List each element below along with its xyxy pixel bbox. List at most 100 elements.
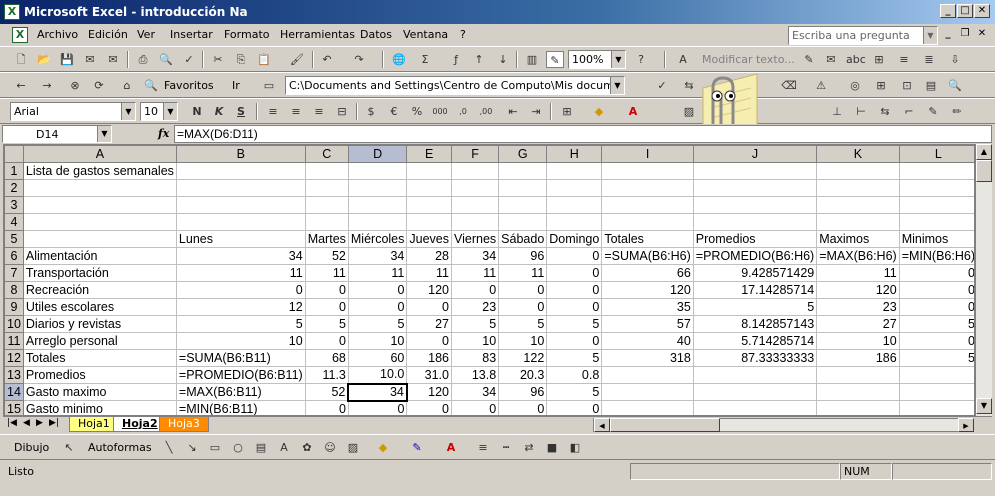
column-header-g[interactable]: G [498,145,548,163]
cell-i7[interactable]: 66 [601,264,694,282]
autosum-icon[interactable]: Σ [416,51,434,68]
cell-i1[interactable] [601,162,694,180]
cell-c2[interactable] [304,179,349,197]
cell-b9[interactable]: 12 [175,298,306,316]
cell-c14[interactable]: 52 [304,383,349,401]
underline-button[interactable]: S [232,103,250,120]
cell-e11[interactable]: 0 [406,332,452,350]
row-header[interactable]: 14 [4,383,24,401]
cell-a12[interactable]: Totales [22,349,177,367]
new-icon[interactable]: 🗋 [12,51,30,68]
cell-j13[interactable] [692,366,818,384]
cell-l7[interactable]: 0 [898,264,974,282]
menu-help[interactable]: ? [460,28,466,41]
select-all-corner[interactable] [4,145,24,163]
pencil-icon[interactable]: ✏ [948,103,966,120]
cell-i3[interactable] [601,196,694,214]
cell-e1[interactable] [406,162,452,180]
evaluate-icon[interactable]: ⊡ [898,77,916,94]
cell-d15[interactable]: 0 [347,400,408,415]
cell-l6[interactable]: =MIN(B6:H6) [898,247,974,265]
cell-d1[interactable] [347,162,408,180]
cell-g11[interactable]: 10 [498,332,548,350]
column-header-e[interactable]: E [406,145,452,163]
cell-e8[interactable]: 120 [406,281,452,299]
cell-d6[interactable]: 34 [347,247,408,265]
row-header[interactable]: 7 [4,264,24,282]
scroll-right-icon[interactable]: ▶ [958,418,974,432]
cell-i14[interactable] [601,383,694,401]
percent-icon[interactable]: % [408,103,426,120]
cell-h6[interactable]: 0 [546,247,603,265]
cell-l10[interactable]: 5 [898,315,974,333]
cell-f15[interactable]: 0 [450,400,500,415]
menu-insertar[interactable]: Insertar [170,28,213,41]
cell-j7[interactable]: 9.428571429 [692,264,818,282]
cell-k12[interactable]: 186 [816,349,900,367]
cell-j5[interactable]: Promedios [692,230,818,248]
cell-h9[interactable]: 0 [546,298,603,316]
menu-datos[interactable]: Datos [360,28,392,41]
hide-toolbars-icon[interactable]: ▭ [260,77,278,94]
cell-a5[interactable] [22,230,177,248]
scroll-down-icon[interactable]: ▼ [976,398,992,414]
home-icon[interactable]: ⌂ [118,77,136,94]
cell-j14[interactable] [692,383,818,401]
column-header-b[interactable]: B [175,145,306,163]
cell-c7[interactable]: 11 [304,264,349,282]
cell-f5[interactable]: Viernes [450,230,500,248]
clipart-icon[interactable]: ☺ [321,439,339,456]
cell-a13[interactable]: Promedios [22,366,177,384]
cell-g5[interactable]: Sábado [498,230,548,248]
cell-i13[interactable] [601,366,694,384]
cell-k15[interactable] [816,400,900,415]
column-header-l[interactable]: L [898,145,974,163]
cell-c9[interactable]: 0 [304,298,349,316]
crop-icon[interactable]: ⌐ [900,103,918,120]
function-icon[interactable]: ƒ [447,51,465,68]
undo-icon[interactable]: ↶ [318,51,336,68]
arrow-icon[interactable]: ↘ [183,439,201,456]
cell-c10[interactable]: 5 [304,315,349,333]
align-center-icon[interactable]: ≡ [287,103,305,120]
magnify-icon[interactable]: 🔍 [946,77,964,94]
watch-icon[interactable]: ⊞ [872,77,890,94]
row-header[interactable]: 4 [4,213,24,231]
cell-i11[interactable]: 40 [601,332,694,350]
refresh-icon[interactable]: ⟳ [90,77,108,94]
line-color-icon[interactable]: ✎ [408,439,426,456]
column-header-f[interactable]: F [450,145,500,163]
cell-b2[interactable] [175,179,306,197]
tab-next-icon[interactable]: ▶ [36,418,43,428]
column-header-c[interactable]: C [304,145,349,163]
line-style-icon[interactable]: ≡ [474,439,492,456]
chevron-down-icon[interactable]: ▼ [97,126,111,142]
cell-h3[interactable] [546,196,603,214]
cell-a4[interactable] [22,213,177,231]
cell-e12[interactable]: 186 [406,349,452,367]
cell-a10[interactable]: Diarios y revistas [22,315,177,333]
tab-first-icon[interactable]: |◀ [7,418,17,428]
cell-b7[interactable]: 11 [175,264,306,282]
cell-b8[interactable]: 0 [175,281,306,299]
align-right-icon[interactable]: ≡ [310,103,328,120]
row-header[interactable]: 11 [4,332,24,350]
thousands-icon[interactable]: 000 [431,103,449,120]
cell-g12[interactable]: 122 [498,349,548,367]
hscroll-thumb[interactable] [610,418,720,432]
cell-b4[interactable] [175,213,306,231]
cell-f1[interactable] [450,162,500,180]
rectangle-icon[interactable]: ▭ [206,439,224,456]
row-header[interactable]: 1 [4,162,24,180]
cell-k4[interactable] [816,213,900,231]
cell-k7[interactable]: 11 [816,264,900,282]
cell-l14[interactable] [898,383,974,401]
decrease-indent-icon[interactable]: ⇤ [504,103,522,120]
row-header[interactable]: 13 [4,366,24,384]
format-object-icon[interactable]: ✎ [924,103,942,120]
cell-f13[interactable]: 13.8 [450,366,500,384]
cell-d12[interactable]: 60 [347,349,408,367]
cell-i5[interactable]: Totales [601,230,694,248]
cell-i12[interactable]: 318 [601,349,694,367]
cell-g6[interactable]: 96 [498,247,548,265]
